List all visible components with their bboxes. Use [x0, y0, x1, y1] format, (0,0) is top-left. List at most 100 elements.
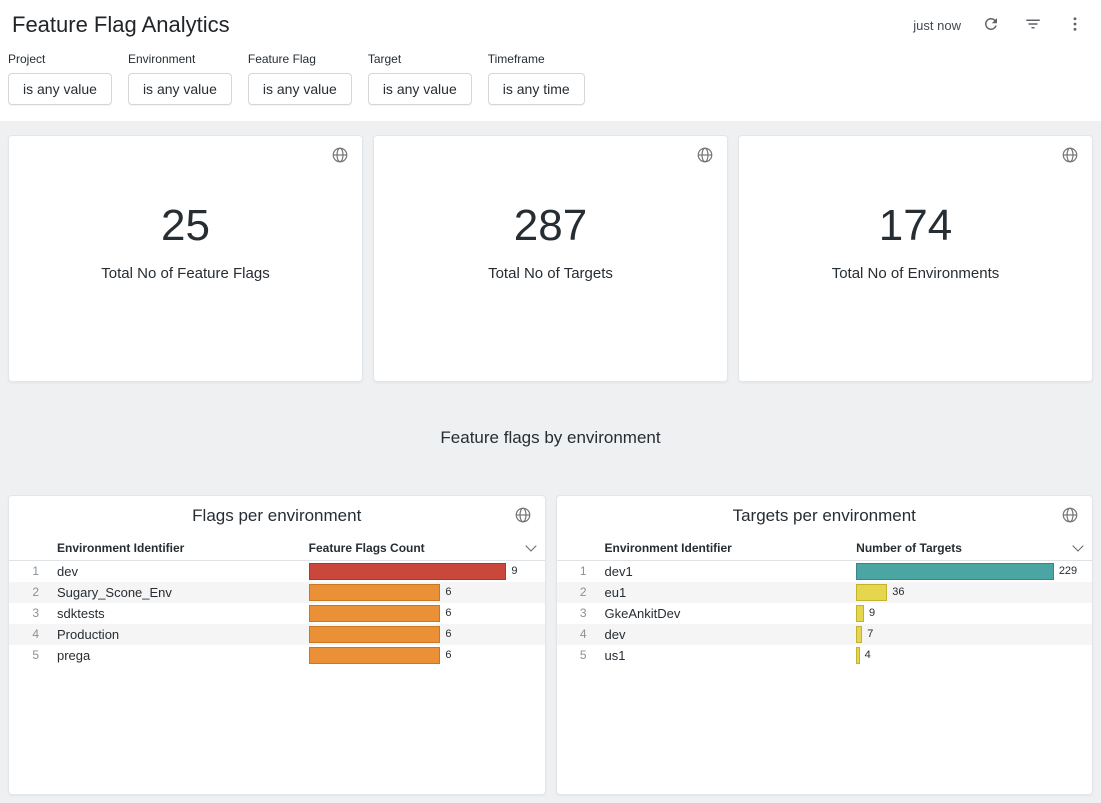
- chevron-down-icon[interactable]: [525, 540, 536, 551]
- bar-cell: 6: [303, 582, 545, 603]
- bar-cell: 4: [850, 645, 1092, 666]
- row-index: 4: [557, 624, 599, 645]
- globe-icon[interactable]: [513, 506, 533, 526]
- filter-bar: Project is any value Environment is any …: [0, 44, 1101, 121]
- tables-row: Flags per environment Environment Identi…: [8, 495, 1093, 795]
- environment-name: GkeAnkitDev: [599, 603, 851, 624]
- environment-name: eu1: [599, 582, 851, 603]
- bar-cell: 6: [303, 645, 545, 666]
- table-row: 5us1 4: [557, 645, 1093, 666]
- row-index: 3: [557, 603, 599, 624]
- table-row: 4Production6: [9, 624, 545, 645]
- filter-label: Timeframe: [488, 52, 585, 66]
- refresh-button[interactable]: [979, 13, 1003, 37]
- environment-name: prega: [51, 645, 303, 666]
- filter-button[interactable]: [1021, 13, 1045, 37]
- environment-name: sdktests: [51, 603, 303, 624]
- kebab-menu-icon: [1066, 15, 1084, 36]
- kpi-label: Total No of Targets: [488, 265, 613, 282]
- environment-name: dev: [599, 624, 851, 645]
- filter-label: Project: [8, 52, 112, 66]
- count-column-header: Feature Flags Count: [303, 538, 545, 561]
- kpi-label: Total No of Environments: [832, 265, 1000, 282]
- index-column-header: [557, 538, 599, 561]
- table-row: 2eu1 36: [557, 582, 1093, 603]
- bar-cell: 7: [850, 624, 1092, 645]
- row-index: 1: [9, 561, 51, 582]
- filter-timeframe-value-button[interactable]: is any time: [488, 73, 585, 105]
- row-index: 5: [557, 645, 599, 666]
- bar-value: 4: [865, 649, 871, 661]
- flags-per-environment-table: Environment Identifier Feature Flags Cou…: [9, 538, 545, 666]
- value-bar[interactable]: [309, 563, 507, 580]
- count-column-label: Number of Targets: [856, 541, 962, 555]
- bar-value: 36: [892, 586, 904, 598]
- bar-value: 6: [445, 586, 451, 598]
- table-title: Targets per environment: [557, 506, 1093, 526]
- filter-timeframe: Timeframe is any time: [488, 52, 585, 105]
- filter-project-value-button[interactable]: is any value: [8, 73, 112, 105]
- table-row: 3sdktests6: [9, 603, 545, 624]
- table-header-row: Environment Identifier Feature Flags Cou…: [9, 538, 545, 561]
- dashboard-body: 25 Total No of Feature Flags 287 Total N…: [0, 121, 1101, 803]
- row-index: 2: [9, 582, 51, 603]
- value-bar[interactable]: [856, 584, 887, 601]
- globe-icon[interactable]: [695, 146, 715, 166]
- row-index: 3: [9, 603, 51, 624]
- table-row: 1dev 9: [9, 561, 545, 582]
- table-row: 3GkeAnkitDev 9: [557, 603, 1093, 624]
- value-bar[interactable]: [309, 626, 441, 643]
- filter-environment-value-button[interactable]: is any value: [128, 73, 232, 105]
- bar-cell: 229: [850, 561, 1092, 582]
- filter-environment: Environment is any value: [128, 52, 232, 105]
- targets-per-environment-table: Environment Identifier Number of Targets…: [557, 538, 1093, 666]
- refresh-icon: [982, 15, 1000, 36]
- bar-value: 9: [869, 607, 875, 619]
- globe-icon[interactable]: [1060, 146, 1080, 166]
- bar-value: 6: [445, 628, 451, 640]
- targets-per-environment-card: Targets per environment Environment Iden…: [556, 495, 1094, 795]
- bar-cell: 6: [303, 624, 545, 645]
- row-index: 2: [557, 582, 599, 603]
- kpi-card-environments: 174 Total No of Environments: [738, 135, 1093, 382]
- filter-label: Environment: [128, 52, 232, 66]
- kpi-label: Total No of Feature Flags: [101, 265, 269, 282]
- bar-cell: 36: [850, 582, 1092, 603]
- bar-cell: 9: [303, 561, 545, 582]
- kpi-row: 25 Total No of Feature Flags 287 Total N…: [8, 135, 1093, 382]
- filter-target: Target is any value: [368, 52, 472, 105]
- filter-feature-flag-value-button[interactable]: is any value: [248, 73, 352, 105]
- row-index: 1: [557, 561, 599, 582]
- value-bar[interactable]: [309, 647, 441, 664]
- value-bar[interactable]: [856, 605, 864, 622]
- globe-icon[interactable]: [1060, 506, 1080, 526]
- value-bar[interactable]: [856, 563, 1054, 580]
- environment-name: dev: [51, 561, 303, 582]
- bar-value: 7: [867, 628, 873, 640]
- value-bar[interactable]: [309, 584, 441, 601]
- environment-name: dev1: [599, 561, 851, 582]
- bar-value: 6: [445, 649, 451, 661]
- chevron-down-icon[interactable]: [1072, 540, 1083, 551]
- globe-icon[interactable]: [330, 146, 350, 166]
- row-index: 5: [9, 645, 51, 666]
- more-menu-button[interactable]: [1063, 13, 1087, 37]
- environment-column-header: Environment Identifier: [51, 538, 303, 561]
- kpi-card-feature-flags: 25 Total No of Feature Flags: [8, 135, 363, 382]
- filter-feature-flag: Feature Flag is any value: [248, 52, 352, 105]
- table-row: 2Sugary_Scone_Env6: [9, 582, 545, 603]
- filter-target-value-button[interactable]: is any value: [368, 73, 472, 105]
- count-column-label: Feature Flags Count: [309, 541, 425, 555]
- kpi-value: 174: [879, 201, 952, 252]
- table-row: 4dev 7: [557, 624, 1093, 645]
- environment-name: Production: [51, 624, 303, 645]
- filter-icon: [1024, 15, 1042, 36]
- table-row: 1dev1229: [557, 561, 1093, 582]
- value-bar[interactable]: [856, 647, 859, 664]
- bar-cell: 9: [850, 603, 1092, 624]
- value-bar[interactable]: [856, 626, 862, 643]
- bar-value: 9: [511, 565, 517, 577]
- environment-name: us1: [599, 645, 851, 666]
- dashboard-header: Feature Flag Analytics just now: [0, 0, 1101, 44]
- value-bar[interactable]: [309, 605, 441, 622]
